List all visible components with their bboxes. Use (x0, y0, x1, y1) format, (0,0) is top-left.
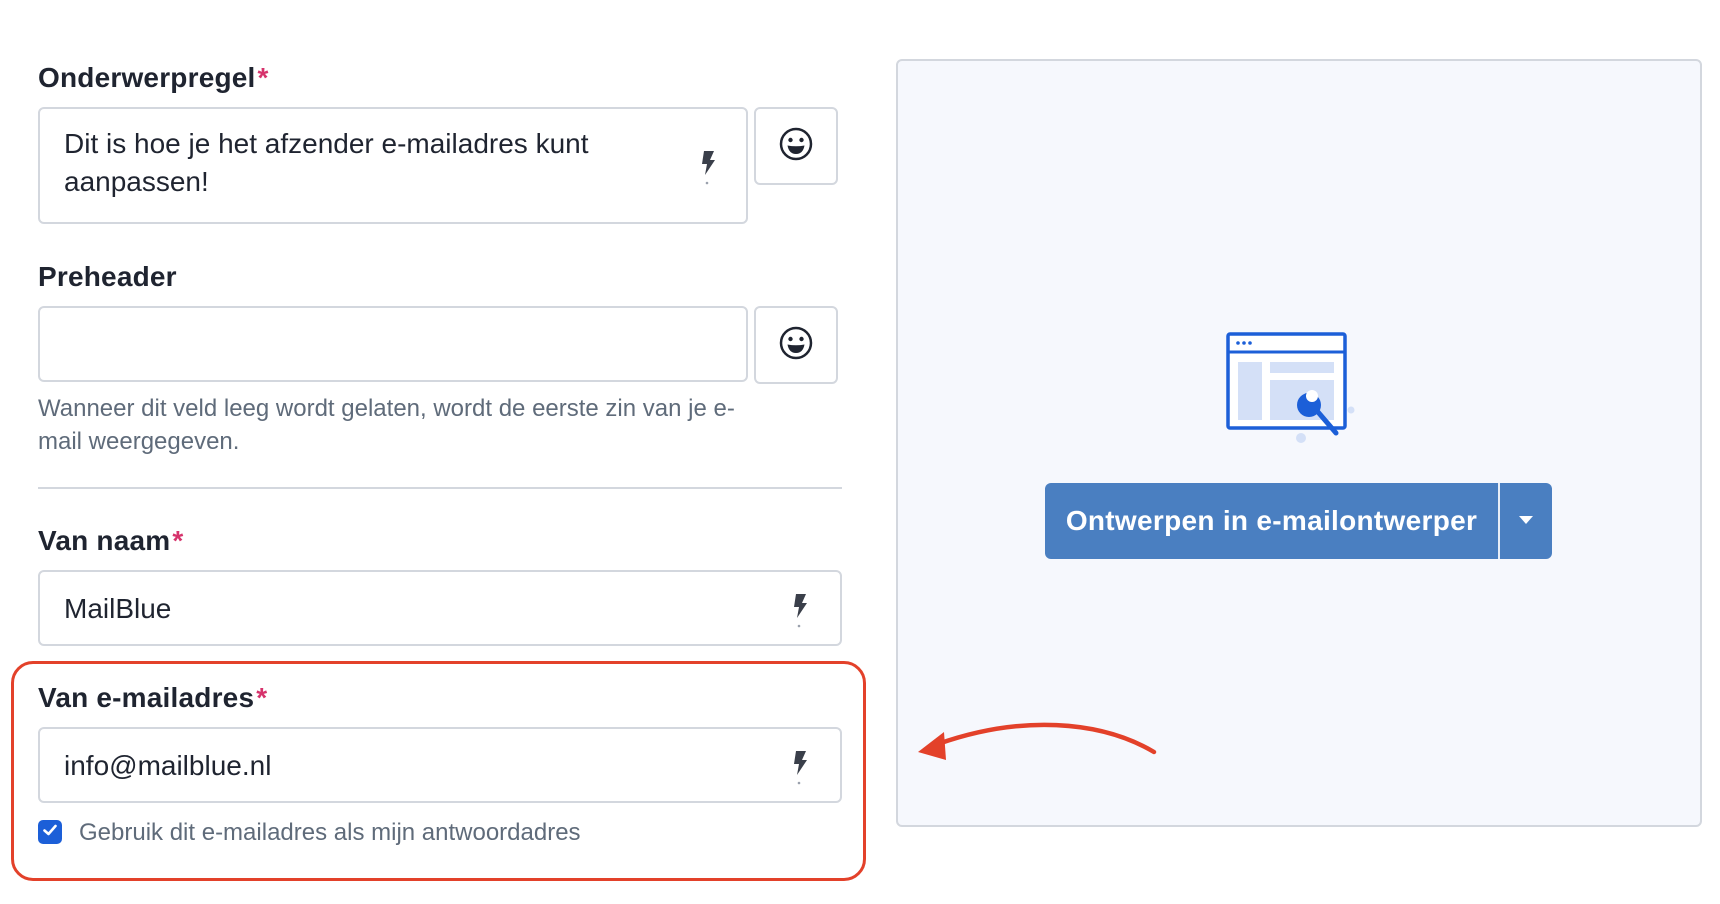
from-email-value: info@mailblue.nl (64, 750, 272, 781)
subject-emoji-button[interactable] (754, 107, 838, 185)
section-divider (38, 487, 842, 489)
required-mark: * (172, 525, 184, 556)
required-mark: * (256, 682, 268, 713)
design-button-main[interactable]: Ontwerpen in e-mailontwerper (1045, 483, 1498, 559)
preheader-input[interactable] (38, 306, 748, 382)
lightning-bolt-icon[interactable] (790, 751, 810, 785)
annotation-arrow (910, 710, 1160, 780)
design-in-email-designer-button: Ontwerpen in e-mailontwerper (1045, 483, 1552, 559)
subject-value-line2: aanpassen! (64, 166, 209, 197)
smiley-face-icon (779, 127, 813, 166)
from-name-label: Van naam* (38, 525, 184, 556)
from-email-label: Van e-mailadres* (38, 682, 268, 713)
smiley-face-icon (779, 326, 813, 365)
reply-to-checkbox-label[interactable]: Gebruik dit e-mailadres als mijn antwoor… (79, 819, 581, 847)
caret-down-icon (1518, 512, 1534, 530)
from-email-input[interactable]: info@mailblue.nl (38, 727, 842, 803)
preheader-help-text: Wanneer dit veld leeg wordt gelaten, wor… (38, 395, 735, 455)
subject-value-line1: Dit is hoe je het afzender e-mailadres k… (64, 128, 589, 159)
checkmark-icon (42, 822, 58, 843)
from-name-value: MailBlue (64, 593, 172, 624)
email-designer-illustration-icon (1226, 330, 1356, 448)
preheader-label: Preheader (38, 261, 177, 292)
preheader-emoji-button[interactable] (754, 306, 838, 384)
design-button-dropdown[interactable] (1500, 483, 1552, 559)
subject-label: Onderwerpregel* (38, 62, 269, 93)
from-name-input[interactable]: MailBlue (38, 570, 842, 646)
reply-to-checkbox[interactable] (38, 820, 62, 844)
subject-input[interactable]: Dit is hoe je het afzender e-mailadres k… (38, 107, 748, 224)
lightning-bolt-icon[interactable] (698, 151, 718, 185)
lightning-bolt-icon[interactable] (790, 594, 810, 628)
required-mark: * (257, 62, 269, 93)
